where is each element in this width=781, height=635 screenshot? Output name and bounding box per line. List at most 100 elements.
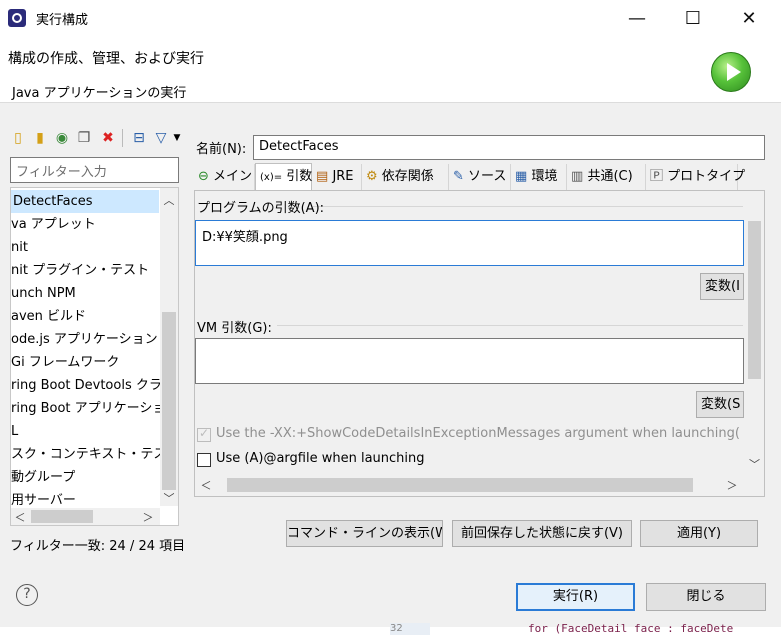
close-window-button[interactable]: ✕ [721, 0, 777, 36]
program-args-label: プログラムの引数(A): [197, 201, 325, 216]
main-tab-icon: ⊖ [198, 169, 209, 184]
jre-tab-icon: ▤ [316, 169, 329, 184]
tree-item[interactable]: Gi フレームワーク [11, 351, 119, 374]
window-title: 実行構成 [36, 13, 89, 28]
tab-label: メイン [213, 169, 253, 184]
duplicate-icon[interactable]: ❐ [75, 129, 93, 147]
tab-jre[interactable]: ▤ JRE [312, 164, 362, 190]
filter-input[interactable]: フィルター入力 [10, 157, 179, 183]
toolbar-separator [122, 129, 123, 147]
panel-scroll-right-icon[interactable]: ＞ [725, 477, 739, 493]
filter-icon[interactable]: ▽ [152, 129, 170, 147]
group-divider [313, 206, 743, 207]
scroll-right-icon[interactable]: ＞ [141, 509, 155, 525]
tree-item-detectfaces[interactable]: DetectFaces [11, 190, 159, 213]
tab-source[interactable]: ✎ ソース [449, 164, 511, 190]
tree-item[interactable]: va アプレット [11, 213, 96, 236]
show-details-label: Use the -XX:+ShowCodeDetailsInExceptionM… [216, 426, 740, 441]
panel-scroll-thumb[interactable] [748, 221, 761, 379]
export-icon[interactable]: ◉ [53, 129, 71, 147]
title-bar: 実行構成 — ☐ ✕ [0, 0, 781, 36]
name-label: 名前(N): [196, 142, 247, 157]
vm-args-label: VM 引数(G): [197, 321, 272, 336]
minimize-button[interactable]: — [609, 0, 665, 36]
panel-hscroll-thumb[interactable] [227, 478, 693, 492]
panel-horizontal-scrollbar[interactable]: ＜ ＞ [195, 476, 745, 494]
tree-item[interactable]: nit [11, 236, 28, 259]
tab-prototype[interactable]: 🄿 プロトタイプ [646, 164, 745, 190]
panel-scroll-left-icon[interactable]: ＜ [199, 477, 213, 493]
show-details-checkbox[interactable]: ✓ [197, 426, 211, 442]
config-tree: DetectFaces va アプレット nit nit プラグイン・テスト u… [10, 187, 179, 526]
config-tabs: ⊖ メイン (x)= 引数 ▤ JRE ⚙ 依存関係 ✎ ソース ▦ 環境 ▥ … [194, 163, 765, 190]
new-config-icon[interactable]: ▯ [9, 129, 27, 147]
tab-label: 環境 [531, 169, 558, 184]
tree-scroll-thumb[interactable] [162, 312, 176, 490]
tab-common[interactable]: ▥ 共通(C) [567, 164, 646, 190]
environment-tab-icon: ▦ [515, 169, 528, 184]
group-divider [277, 325, 743, 326]
arguments-panel: プログラムの引数(A): D:¥¥笑顔.png 変数(I VM 引数(G): 変… [194, 190, 765, 497]
name-input[interactable]: DetectFaces [253, 135, 765, 160]
tree-vertical-scrollbar[interactable]: ︿ ﹀ [160, 188, 178, 506]
tab-label: プロトタイプ [667, 169, 746, 184]
scroll-left-icon[interactable]: ＜ [13, 509, 27, 525]
app-icon [8, 9, 26, 27]
close-button[interactable]: 閉じる [646, 583, 766, 611]
tab-label: 引数 [286, 169, 313, 184]
header-title: 構成の作成、管理、および実行 [8, 51, 204, 67]
revert-button[interactable]: 前回保存した状態に戻す(V) [452, 520, 632, 547]
delete-icon[interactable]: ✖ [99, 129, 117, 147]
help-icon[interactable]: ? [16, 584, 38, 606]
panel-scroll-down-icon[interactable]: ﹀ [745, 456, 764, 472]
args-tab-icon: (x)= [260, 172, 283, 183]
common-tab-icon: ▥ [571, 169, 584, 184]
variables-button-program[interactable]: 変数(I [700, 273, 744, 300]
run-button[interactable]: 実行(R) [516, 583, 635, 611]
tab-label: 依存関係 [381, 169, 434, 184]
maximize-button[interactable]: ☐ [665, 0, 721, 36]
background-editor: 32 for (FaceDetail face : faceDete [0, 622, 781, 635]
tree-item[interactable]: スク・コンテキスト・テスト [11, 443, 178, 466]
run-configurations-dialog: 実行構成 — ☐ ✕ 構成の作成、管理、および実行 Java アプリケーションの… [0, 0, 781, 635]
run-banner-icon [711, 52, 751, 92]
vm-args-textarea[interactable] [195, 338, 744, 384]
tab-label: JRE [332, 169, 354, 184]
tree-item[interactable]: unch NPM [11, 282, 76, 305]
header-subtitle: Java アプリケーションの実行 [12, 86, 187, 101]
variables-button-vm[interactable]: 変数(S [696, 391, 744, 418]
tree-item[interactable]: ring Boot アプリケーション [11, 397, 178, 420]
tab-arguments[interactable]: (x)= 引数 [255, 163, 312, 190]
panel-vertical-scrollbar[interactable]: ﹀ [745, 191, 764, 474]
tree-item[interactable]: ode.js アプリケーション [11, 328, 158, 351]
dependency-tab-icon: ⚙ [366, 169, 378, 184]
scroll-down-icon[interactable]: ﹀ [160, 490, 178, 506]
tree-item[interactable]: L [11, 420, 18, 443]
tree-item[interactable]: aven ビルド [11, 305, 86, 328]
chevron-down-icon[interactable]: ▼ [172, 129, 182, 147]
background-line-number: 32 [390, 623, 430, 635]
filter-status: フィルター一致: 24 / 24 項目 [10, 539, 186, 554]
tree-horizontal-scrollbar[interactable]: ＜ ＞ [11, 508, 160, 525]
tab-main[interactable]: ⊖ メイン [194, 164, 255, 190]
tree-item[interactable]: ring Boot Devtools クラ [11, 374, 162, 397]
dialog-header: 構成の作成、管理、および実行 Java アプリケーションの実行 [0, 36, 781, 102]
header-divider [0, 102, 781, 103]
apply-button[interactable]: 適用(Y) [640, 520, 758, 547]
source-tab-icon: ✎ [453, 169, 464, 184]
tab-environment[interactable]: ▦ 環境 [511, 164, 567, 190]
collapse-all-icon[interactable]: ⊟ [130, 129, 148, 147]
new-prototype-icon[interactable]: ▮ [31, 129, 49, 147]
tab-dependencies[interactable]: ⚙ 依存関係 [362, 164, 449, 190]
tab-label: 共通(C) [587, 169, 633, 184]
tab-label: ソース [468, 169, 507, 184]
background-code: for (FaceDetail face : faceDete [528, 622, 734, 635]
program-args-textarea[interactable]: D:¥¥笑顔.png [195, 220, 744, 266]
show-command-line-button[interactable]: コマンド・ラインの表示(W) [286, 520, 443, 547]
tree-hscroll-thumb[interactable] [31, 510, 93, 523]
tree-item[interactable]: 動グループ [11, 466, 75, 489]
check-icon: ✓ [199, 426, 210, 440]
scroll-up-icon[interactable]: ︿ [160, 192, 178, 208]
tree-item[interactable]: nit プラグイン・テスト [11, 259, 149, 282]
argfile-checkbox[interactable] [197, 453, 211, 467]
